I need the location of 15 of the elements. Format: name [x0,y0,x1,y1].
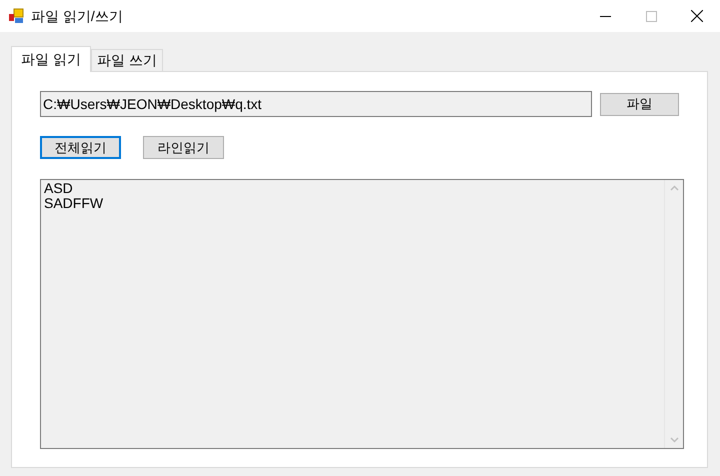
tab[interactable]: 파일 읽기 [11,46,91,72]
read-button[interactable]: 전체읽기 [40,136,121,159]
text-line: ASD [44,181,74,196]
scroll-down-icon [670,437,678,443]
window-title: 파일 읽기/쓰기 [31,6,123,26]
tab[interactable]: 파일 쓰기 [90,49,163,71]
text-line: SADFFW [44,196,104,211]
path-field[interactable]: C:₩Users₩JEON₩Desktop₩q.txt [40,91,592,117]
maximize-icon [646,10,656,22]
file-button[interactable]: 파일 [600,92,679,116]
text-area[interactable]: ASD SADFFW [40,179,684,449]
read-button[interactable]: 라인읽기 [143,136,224,159]
app-icon [8,8,24,24]
close-icon [691,10,703,22]
scroll-up-icon [670,185,678,191]
